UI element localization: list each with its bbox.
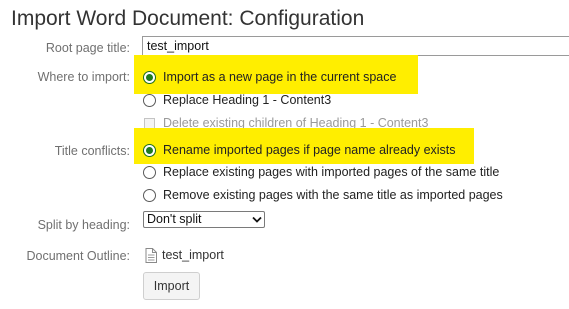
option-import-new-page[interactable]: Import as a new page in the current spac…	[142, 68, 396, 86]
checkbox-delete-children	[144, 117, 155, 129]
radio-import-new-page[interactable]	[143, 70, 156, 84]
option-rename-imported-label: Rename imported pages if page name alrea…	[163, 143, 456, 157]
chevron-down-icon	[250, 212, 264, 227]
radio-replace-existing[interactable]	[143, 165, 156, 179]
document-icon	[145, 247, 157, 263]
option-replace-heading[interactable]: Replace Heading 1 - Content3	[142, 91, 331, 109]
title-conflicts-label: Title conflicts:	[54, 144, 130, 158]
radio-remove-existing[interactable]	[143, 188, 156, 202]
document-outline-label: Document Outline:	[26, 249, 130, 263]
document-outline-item: test_import	[145, 246, 224, 264]
import-button[interactable]: Import	[143, 272, 200, 300]
option-import-new-page-label: Import as a new page in the current spac…	[163, 70, 397, 84]
option-remove-existing[interactable]: Remove existing pages with the same titl…	[142, 186, 503, 204]
option-remove-existing-label: Remove existing pages with the same titl…	[163, 188, 503, 202]
document-outline-item-label: test_import	[162, 248, 224, 262]
split-by-heading-label: Split by heading:	[37, 218, 130, 232]
option-replace-heading-label: Replace Heading 1 - Content3	[163, 93, 332, 107]
radio-rename-imported[interactable]	[143, 143, 156, 157]
radio-replace-heading[interactable]	[143, 93, 156, 107]
split-by-heading-select[interactable]: Don't split	[143, 211, 265, 228]
option-rename-imported[interactable]: Rename imported pages if page name alrea…	[142, 141, 456, 159]
root-page-title-input[interactable]	[142, 36, 569, 56]
option-replace-existing-label: Replace existing pages with imported pag…	[163, 165, 500, 179]
page-title: Import Word Document: Configuration	[11, 7, 365, 30]
root-page-title-label: Root page title:	[45, 41, 130, 55]
where-to-import-label: Where to import:	[37, 70, 130, 84]
option-replace-existing[interactable]: Replace existing pages with imported pag…	[142, 163, 499, 181]
split-by-heading-value: Don't split	[147, 212, 202, 226]
